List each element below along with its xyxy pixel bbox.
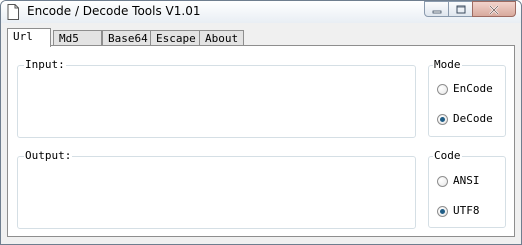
tab-escape-label: Escape <box>156 32 196 45</box>
radio-circle <box>437 84 448 95</box>
app-page-icon <box>7 4 19 20</box>
window-title: Encode / Decode Tools V1.01 <box>27 4 201 18</box>
output-label: Output: <box>24 149 73 162</box>
code-label: Code <box>433 149 462 162</box>
title-bar[interactable]: Encode / Decode Tools V1.01 <box>1 1 521 23</box>
app-window: Encode / Decode Tools V1.01 Url Md5 Base… <box>0 0 522 245</box>
tab-panel: Input: Output: Mode EnCode DeCode Code A… <box>7 45 515 237</box>
close-button[interactable] <box>472 1 516 17</box>
minimize-icon <box>432 10 442 14</box>
radio-dot <box>440 117 445 122</box>
mode-label: Mode <box>433 58 462 71</box>
tab-about[interactable]: About <box>199 30 244 46</box>
code-ansi-label: ANSI <box>453 174 480 187</box>
tab-md5[interactable]: Md5 <box>53 30 102 46</box>
maximize-button[interactable] <box>448 1 473 17</box>
tab-base64-label: Base64 <box>108 32 148 45</box>
input-group[interactable]: Input: <box>17 58 416 138</box>
radio-circle <box>437 206 448 217</box>
tab-url-label: Url <box>13 30 33 43</box>
close-icon <box>489 5 499 15</box>
mode-encode-label: EnCode <box>453 82 493 95</box>
tab-md5-label: Md5 <box>59 32 79 45</box>
tab-base64[interactable]: Base64 <box>102 30 151 46</box>
maximize-icon <box>456 5 466 14</box>
tab-escape[interactable]: Escape <box>150 30 200 46</box>
minimize-button[interactable] <box>424 1 449 17</box>
input-label: Input: <box>24 58 66 71</box>
radio-circle <box>437 176 448 187</box>
output-group[interactable]: Output: <box>17 149 416 229</box>
mode-decode-label: DeCode <box>453 112 493 125</box>
tab-about-label: About <box>205 32 239 45</box>
mode-group: Mode EnCode DeCode <box>428 58 506 137</box>
code-group: Code ANSI UTF8 <box>428 149 506 228</box>
radio-dot <box>440 209 445 214</box>
radio-circle <box>437 114 448 125</box>
tab-url[interactable]: Url <box>7 28 51 47</box>
code-utf8-label: UTF8 <box>453 204 480 217</box>
